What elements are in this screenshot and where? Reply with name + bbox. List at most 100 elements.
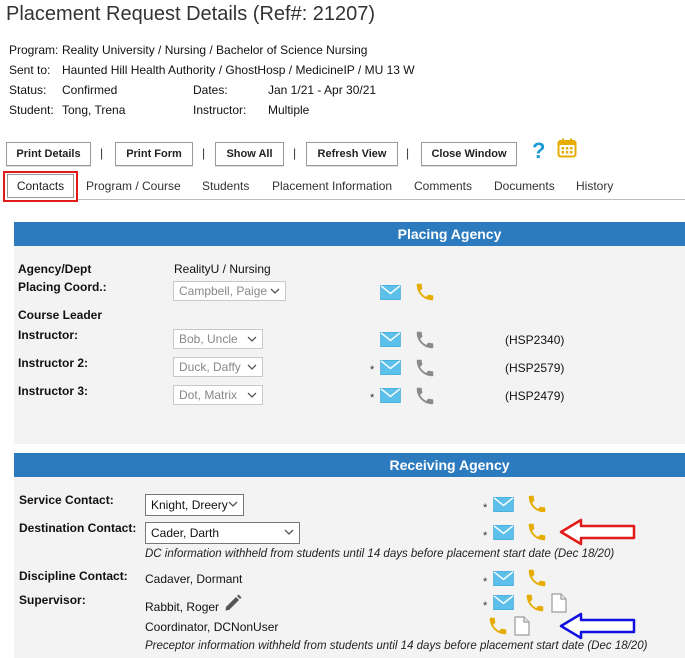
required-star: *	[370, 392, 375, 404]
instructor2-label: Instructor 2:	[18, 356, 89, 370]
instructor-select-value: Bob, Uncle	[179, 332, 238, 346]
phone-icon[interactable]	[526, 521, 548, 543]
dc-withheld-note: DC information withheld from students un…	[145, 548, 615, 560]
instructor-value: Multiple	[268, 103, 310, 117]
show-all-button[interactable]: Show All	[215, 142, 284, 166]
instructor3-label: Instructor 3:	[18, 384, 89, 398]
coordinator-value: Coordinator, DCNonUser	[145, 620, 279, 634]
mail-icon[interactable]	[380, 285, 401, 300]
placing-agency-header: Placing Agency	[14, 222, 685, 246]
mail-icon[interactable]	[493, 497, 514, 512]
instructor2-code: (HSP2579)	[505, 361, 565, 375]
instructor2-select[interactable]: Duck, Daffy	[173, 357, 263, 377]
close-window-button[interactable]: Close Window	[421, 142, 517, 166]
dates-value: Jan 1/21 - Apr 30/21	[268, 83, 377, 97]
tab-placement-information[interactable]: Placement Information	[272, 179, 392, 193]
sent-to-label: Sent to:	[9, 63, 51, 77]
mail-icon[interactable]	[493, 525, 514, 540]
phone-icon[interactable]	[524, 592, 546, 614]
discipline-contact-label: Discipline Contact:	[19, 569, 128, 583]
instructor3-select-value: Dot, Matrix	[179, 388, 238, 402]
service-contact-label: Service Contact:	[19, 493, 114, 507]
separator: |	[406, 146, 410, 160]
student-value: Tong, Trena	[62, 103, 126, 117]
phone-icon[interactable]	[526, 567, 548, 589]
supervisor-label: Supervisor:	[19, 593, 86, 607]
course-leader-label: Course Leader	[18, 308, 103, 322]
destination-contact-label: Destination Contact:	[19, 521, 137, 535]
mail-icon[interactable]	[380, 388, 401, 403]
mail-icon[interactable]	[380, 360, 401, 375]
instructor-code: (HSP2340)	[505, 333, 565, 347]
tab-students[interactable]: Students	[202, 179, 249, 193]
instructor-label: Instructor:	[193, 103, 247, 117]
service-contact-value: Knight, Dreery	[151, 498, 228, 512]
document-icon[interactable]	[514, 616, 530, 636]
preceptor-withheld-note: Preceptor information withheld from stud…	[145, 640, 648, 652]
placing-agency-panel	[14, 222, 685, 444]
discipline-contact-value: Cadaver, Dormant	[145, 572, 243, 586]
chevron-down-icon	[247, 390, 257, 400]
phone-icon[interactable]	[414, 281, 436, 303]
chevron-down-icon	[284, 527, 294, 537]
required-star: *	[483, 576, 488, 588]
separator: |	[293, 146, 297, 160]
help-question-icon[interactable]: ?	[532, 138, 545, 164]
chevron-down-icon	[270, 286, 280, 296]
receiving-agency-header: Receiving Agency	[14, 453, 685, 477]
instructor3-code: (HSP2479)	[505, 389, 565, 403]
chevron-down-icon	[247, 362, 257, 372]
student-label: Student:	[9, 103, 54, 117]
required-star: *	[483, 502, 488, 514]
pencil-icon[interactable]	[223, 593, 243, 613]
separator: |	[100, 146, 104, 160]
status-label: Status:	[9, 83, 47, 97]
page-title: Placement Request Details (Ref#: 21207)	[6, 3, 376, 25]
document-icon[interactable]	[551, 593, 567, 613]
instructor-select[interactable]: Bob, Uncle	[173, 329, 263, 349]
mail-icon[interactable]	[380, 332, 401, 347]
tab-documents[interactable]: Documents	[494, 179, 555, 193]
destination-contact-value: Cader, Darth	[151, 526, 220, 540]
phone-icon[interactable]	[414, 385, 436, 407]
phone-icon[interactable]	[487, 615, 509, 637]
tab-underline	[78, 199, 685, 200]
tab-history[interactable]: History	[576, 179, 613, 193]
agency-dept-value: RealityU / Nursing	[174, 262, 271, 276]
chevron-down-icon	[228, 499, 238, 509]
supervisor-value: Rabbit, Roger	[145, 600, 220, 614]
tab-comments[interactable]: Comments	[414, 179, 472, 193]
tab-program-course[interactable]: Program / Course	[86, 179, 181, 193]
dates-label: Dates:	[193, 83, 228, 97]
status-value: Confirmed	[62, 83, 118, 97]
chevron-down-icon	[247, 334, 257, 344]
instructor3-select[interactable]: Dot, Matrix	[173, 385, 263, 405]
placing-coord-label: Placing Coord.:	[18, 280, 107, 294]
blue-arrow-icon	[559, 612, 636, 640]
mail-icon[interactable]	[493, 571, 514, 586]
sent-to-value: Haunted Hill Health Authority / GhostHos…	[62, 63, 415, 77]
required-star: *	[483, 600, 488, 612]
placing-coord-value: Campbell, Paige	[179, 284, 268, 298]
phone-icon[interactable]	[414, 357, 436, 379]
program-value: Reality University / Nursing / Bachelor …	[62, 43, 368, 57]
required-star: *	[370, 364, 375, 376]
print-form-button[interactable]: Print Form	[115, 142, 193, 166]
mail-icon[interactable]	[493, 595, 514, 610]
program-label: Program:	[9, 43, 59, 57]
destination-contact-select[interactable]: Cader, Darth	[145, 522, 300, 544]
instructor-label: Instructor:	[18, 328, 78, 342]
instructor2-select-value: Duck, Daffy	[179, 360, 241, 374]
phone-icon[interactable]	[526, 493, 548, 515]
calendar-icon[interactable]	[557, 138, 577, 158]
refresh-view-button[interactable]: Refresh View	[306, 142, 398, 166]
print-details-button[interactable]: Print Details	[6, 142, 91, 166]
service-contact-select[interactable]: Knight, Dreery	[145, 494, 244, 516]
red-arrow-icon	[559, 518, 636, 546]
placing-coord-select[interactable]: Campbell, Paige	[173, 281, 286, 301]
phone-icon[interactable]	[414, 329, 436, 351]
separator: |	[202, 146, 206, 160]
agency-dept-label: Agency/Dept	[18, 262, 92, 276]
required-star: *	[483, 530, 488, 542]
tab-contacts[interactable]: Contacts	[7, 174, 74, 198]
